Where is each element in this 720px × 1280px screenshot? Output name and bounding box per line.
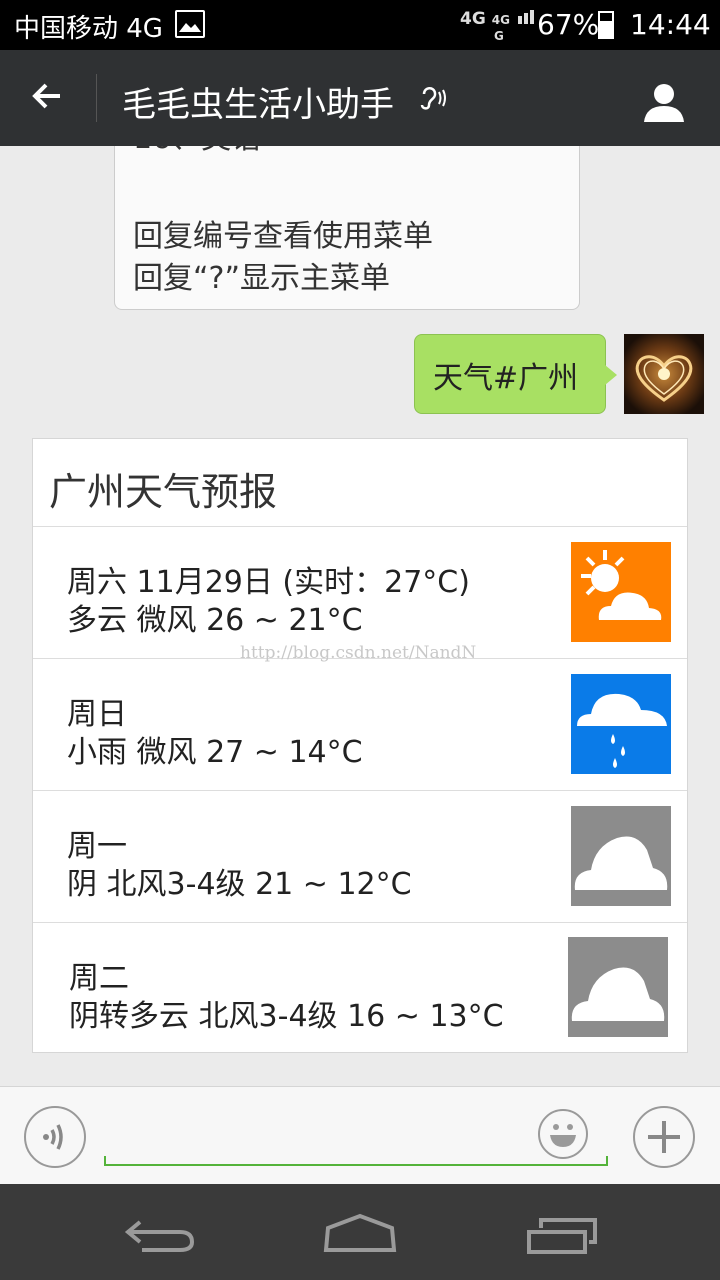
- forecast-detail: 小雨 微风 27 ~ 14°C: [67, 735, 363, 770]
- overcast-cloud-icon: [568, 937, 668, 1037]
- bubble-tail: [605, 365, 617, 385]
- forecast-detail: 阴转多云 北风3-4级 16 ~ 13°C: [69, 999, 504, 1034]
- forecast-row-2[interactable]: 周日 小雨 微风 27 ~ 14°C: [33, 658, 687, 791]
- sent-message-text: 天气#广州: [433, 361, 579, 396]
- overcast-cloud-icon: [571, 806, 671, 906]
- clock: 14:44: [630, 8, 711, 41]
- rain-cloud-icon: [571, 674, 671, 774]
- signal-icon: 4G 4G G: [460, 10, 534, 44]
- chat-title-text: 毛毛虫生活小助手: [122, 85, 394, 125]
- forecast-row-1[interactable]: 周六 11月29日 (实时：27°C) 多云 微风 26 ~ 21°C: [33, 526, 687, 659]
- nav-recents-icon[interactable]: [525, 1216, 599, 1256]
- sun-cloud-icon: [571, 542, 671, 642]
- more-options-button[interactable]: [633, 1106, 695, 1168]
- battery-icon: [598, 11, 614, 39]
- battery-percent: 67%: [537, 8, 600, 41]
- carrier-label: 中国移动 4G: [14, 14, 163, 44]
- nav-back-icon[interactable]: [122, 1212, 198, 1256]
- sent-message-bubble[interactable]: 天气#广州: [414, 334, 617, 414]
- weather-card-title: 广州天气预报: [49, 470, 278, 514]
- title-bar-content: 毛毛虫生活小助手: [0, 50, 720, 146]
- voice-icon: [43, 1124, 63, 1150]
- navigation-bar: [0, 1184, 720, 1280]
- status-bar: 中国移动 4G 4G 4G G 67% 14:44: [0, 0, 720, 50]
- network-type-label-2: 4G: [491, 13, 510, 27]
- avatar[interactable]: [624, 334, 704, 414]
- network-type-label: 4G: [460, 9, 486, 29]
- earpiece-mode-icon: [418, 84, 450, 116]
- back-button[interactable]: [26, 74, 70, 118]
- screenshot-notification-icon: [175, 10, 205, 38]
- forecast-row-4[interactable]: 周二 阴转多云 北风3-4级 16 ~ 13°C: [33, 922, 687, 1054]
- forecast-row-3[interactable]: 周一 阴 北风3-4级 21 ~ 12°C: [33, 790, 687, 923]
- forecast-detail: 多云 微风 26 ~ 21°C: [67, 603, 363, 638]
- network-type-label-3: G: [494, 29, 504, 43]
- voice-input-button[interactable]: [24, 1106, 86, 1168]
- message-line-1: 回复编号查看使用菜单: [133, 219, 433, 254]
- input-bar: [0, 1086, 720, 1185]
- smiley-icon: [550, 1124, 576, 1147]
- weather-forecast-card[interactable]: 广州天气预报 周六 11月29日 (实时：27°C) 多云 微风 26 ~ 21…: [32, 438, 688, 1053]
- header-divider: [96, 74, 97, 122]
- received-message-bubble: 16、英语 回复编号查看使用菜单 回复“?”显示主菜单: [114, 120, 580, 310]
- emoji-button[interactable]: [538, 1109, 588, 1159]
- message-input[interactable]: [104, 1156, 608, 1166]
- forecast-detail: 阴 北风3-4级 21 ~ 12°C: [67, 867, 412, 902]
- chat-info-person-icon[interactable]: [640, 78, 688, 126]
- message-line-2: 回复“?”显示主菜单: [133, 261, 391, 296]
- nav-home-icon[interactable]: [322, 1212, 398, 1254]
- watermark: http://blog.csdn.net/NandN: [240, 643, 477, 663]
- battery-level: [600, 20, 612, 37]
- plus-icon: [648, 1121, 680, 1153]
